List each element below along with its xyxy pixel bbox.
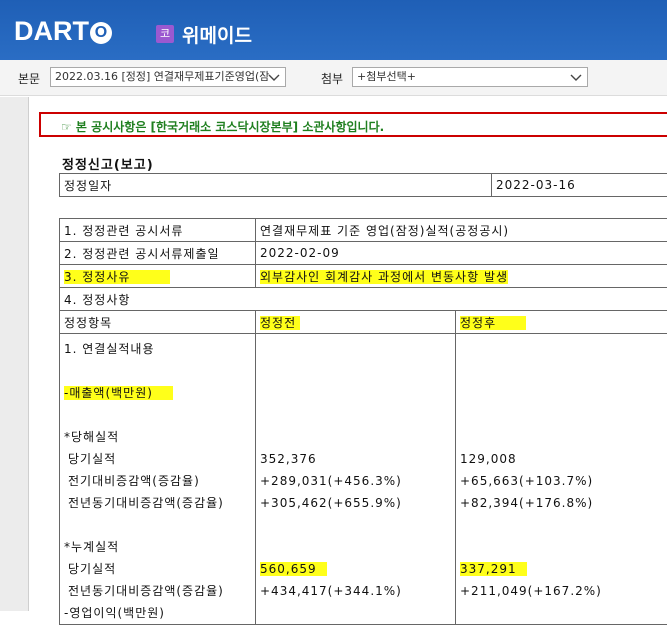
notice-box: ☞ 본 공시사항은 [한국거래소 코스닥시장본부] 소관사항입니다. <box>39 112 667 137</box>
row2-label: 2. 정정관련 공시서류제출일 <box>60 242 256 265</box>
col-before-header: 정정전 <box>256 311 456 334</box>
dart-logo-o-icon: O <box>90 22 112 44</box>
attach-label: 첨부 <box>321 70 343 87</box>
before-column: 352,376 +289,031(+456.3%) +305,462(+655.… <box>256 334 456 625</box>
main-doc-select[interactable]: 2022.03.16 [정정] 연결재무제표기준영업(잠 <box>50 67 286 87</box>
correction-date-table: 정정일자 2022-03-16 <box>59 173 667 197</box>
attach-select[interactable]: +첨부선택+ <box>352 67 588 87</box>
document-body: ☞ 본 공시사항은 [한국거래소 코스닥시장본부] 소관사항입니다. 정정신고(… <box>28 97 667 611</box>
date-value: 2022-03-16 <box>492 174 667 197</box>
chevron-down-icon <box>267 70 281 84</box>
row1-value: 연결재무제표 기준 영업(잠정)실적(공정공시) <box>256 219 667 242</box>
company-name[interactable]: 위메이드 <box>182 21 252 48</box>
row2-value: 2022-02-09 <box>256 242 667 265</box>
correction-detail-table: 1. 정정관련 공시서류 연결재무제표 기준 영업(잠정)실적(공정공시) 2.… <box>59 218 667 625</box>
after-column: 129,008 +65,663(+103.7%) +82,394(+176.8%… <box>456 334 667 625</box>
header-bar: DARTO 코 위메이드 <box>0 0 667 60</box>
toolbar: 본문 2022.03.16 [정정] 연결재무제표기준영업(잠 첨부 +첨부선택… <box>0 60 667 96</box>
date-label: 정정일자 <box>60 174 492 197</box>
row3-value: 외부감사인 회계감사 과정에서 변동사항 발생 <box>256 265 667 288</box>
col-after-header: 정정후 <box>456 311 667 334</box>
items-column: 1. 연결실적내용 -매출액(백만원) *당해실적 당기실적 전기대비증감액(증… <box>60 334 256 625</box>
row1-label: 1. 정정관련 공시서류 <box>60 219 256 242</box>
notice-text: ☞ 본 공시사항은 [한국거래소 코스닥시장본부] 소관사항입니다. <box>61 118 384 135</box>
row4-label: 4. 정정사항 <box>60 288 667 311</box>
row3-label: 3. 정정사유 <box>60 265 256 288</box>
chevron-down-icon <box>569 70 583 84</box>
doc-title: 정정신고(보고) <box>62 154 154 173</box>
main-doc-label: 본문 <box>18 70 40 87</box>
kosdaq-badge: 코 <box>156 25 174 43</box>
dart-logo[interactable]: DARTO <box>14 16 112 47</box>
left-panel <box>0 97 28 611</box>
col-item-header: 정정항목 <box>60 311 256 334</box>
